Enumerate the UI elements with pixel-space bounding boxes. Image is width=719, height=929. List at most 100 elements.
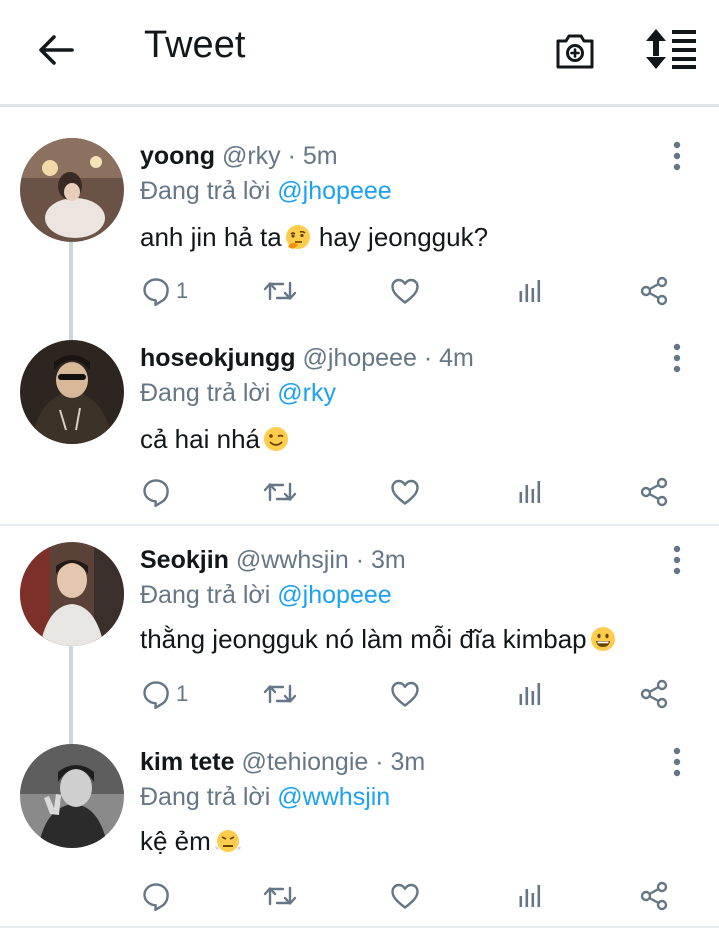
replying-to-link[interactable]: @jhopeee xyxy=(277,581,391,609)
tweet-text-rest: hay jeongguk? xyxy=(311,222,489,252)
grinning-face-icon xyxy=(589,625,617,660)
retweet-button[interactable] xyxy=(262,878,298,914)
more-vertical-icon[interactable] xyxy=(664,746,690,778)
replying-to: Đang trả lời @rky xyxy=(140,379,336,408)
retweet-icon xyxy=(262,275,298,307)
username: @wwhsjin xyxy=(235,546,349,574)
tweet-text: anh jin hả ta hay jeongguk? xyxy=(140,222,488,258)
replying-to: Đang trả lời @jhopeee xyxy=(140,581,392,610)
sort-icon[interactable] xyxy=(644,28,698,70)
like-icon xyxy=(389,880,421,912)
display-name[interactable]: yoong xyxy=(140,142,215,170)
analytics-button[interactable] xyxy=(514,273,546,309)
retweet-button[interactable] xyxy=(262,474,298,510)
retweet-icon xyxy=(262,678,298,710)
tweet[interactable]: kim tete @tehiongie · 3m Đang trả lời @w… xyxy=(0,736,719,926)
analytics-button[interactable] xyxy=(514,676,546,712)
like-icon xyxy=(389,476,421,508)
username: @tehiongie xyxy=(241,748,369,776)
share-button[interactable] xyxy=(638,676,670,712)
reply-icon xyxy=(140,678,172,710)
more-vertical-icon[interactable] xyxy=(664,544,690,576)
divider xyxy=(0,524,719,526)
face-with-steam-icon xyxy=(213,827,243,862)
tweet-text-main: cả hai nhá xyxy=(140,424,260,454)
timestamp: 3m xyxy=(390,748,426,776)
tweet[interactable]: Seokjin @wwhsjin · 3m Đang trả lời @jhop… xyxy=(0,534,719,724)
replying-to-link[interactable]: @rky xyxy=(277,379,336,407)
tweet-header: hoseokjungg @jhopeee · 4m xyxy=(140,344,474,373)
replying-to-label: Đang trả lời xyxy=(140,177,271,205)
separator: · xyxy=(423,344,433,372)
analytics-button[interactable] xyxy=(514,878,546,914)
replying-to-label: Đang trả lời xyxy=(140,581,271,609)
reply-button[interactable] xyxy=(140,878,176,914)
analytics-icon xyxy=(514,476,546,508)
avatar[interactable] xyxy=(20,340,124,444)
reply-icon xyxy=(140,275,172,307)
tweet-text-main: anh jin hả ta xyxy=(140,222,282,252)
timestamp: 3m xyxy=(371,546,406,574)
more-vertical-icon[interactable] xyxy=(664,342,690,374)
username: @jhopeee xyxy=(302,344,417,372)
like-icon xyxy=(389,275,421,307)
avatar[interactable] xyxy=(20,138,124,242)
tweet[interactable]: hoseokjungg @jhopeee · 4m Đang trả lời @… xyxy=(0,332,719,522)
page-title: Tweet xyxy=(144,24,246,66)
reply-icon xyxy=(140,476,172,508)
replying-to: Đang trả lời @wwhsjin xyxy=(140,783,390,812)
share-button[interactable] xyxy=(638,474,670,510)
share-button[interactable] xyxy=(638,878,670,914)
replying-to-link[interactable]: @wwhsjin xyxy=(277,783,390,811)
like-button[interactable] xyxy=(389,676,421,712)
separator: · xyxy=(375,748,384,776)
share-icon xyxy=(638,880,670,912)
reply-button[interactable]: 1 xyxy=(140,273,188,309)
retweet-button[interactable] xyxy=(262,676,298,712)
tweet-text: kệ ẻm xyxy=(140,826,243,862)
timestamp: 5m xyxy=(302,142,338,170)
reply-count: 1 xyxy=(176,278,189,303)
like-button[interactable] xyxy=(389,474,421,510)
retweet-icon xyxy=(262,880,298,912)
tweet[interactable]: yoong @rky · 5m Đang trả lời @jhopeee an… xyxy=(0,130,719,320)
share-icon xyxy=(638,275,670,307)
tweet-text-main: kệ ẻm xyxy=(140,826,211,856)
display-name[interactable]: hoseokjungg xyxy=(140,344,296,372)
tweet-text: thằng jeongguk nó làm mỗi đĩa kimbap xyxy=(140,624,617,660)
tweet-header: Seokjin @wwhsjin · 3m xyxy=(140,546,406,575)
separator: · xyxy=(355,546,365,574)
retweet-button[interactable] xyxy=(262,273,298,309)
reply-icon xyxy=(140,880,172,912)
replying-to-label: Đang trả lời xyxy=(140,783,271,811)
avatar[interactable] xyxy=(20,542,124,646)
retweet-icon xyxy=(262,476,298,508)
tweet-text: cả hai nhá xyxy=(140,424,290,460)
back-arrow-icon[interactable] xyxy=(34,28,78,72)
camera-plus-icon[interactable] xyxy=(552,28,598,74)
reply-button[interactable]: 1 xyxy=(140,676,188,712)
like-button[interactable] xyxy=(389,878,421,914)
display-name[interactable]: kim tete xyxy=(140,748,234,776)
more-vertical-icon[interactable] xyxy=(664,140,690,172)
display-name[interactable]: Seokjin xyxy=(140,546,229,574)
analytics-button[interactable] xyxy=(514,474,546,510)
reply-button[interactable] xyxy=(140,474,176,510)
share-button[interactable] xyxy=(638,273,670,309)
analytics-icon xyxy=(514,880,546,912)
timestamp: 4m xyxy=(439,344,474,372)
reply-count: 1 xyxy=(176,681,189,706)
avatar[interactable] xyxy=(20,744,124,848)
analytics-icon xyxy=(514,678,546,710)
top-app-bar: Tweet xyxy=(0,0,719,107)
divider xyxy=(0,926,719,928)
share-icon xyxy=(638,678,670,710)
username: @rky xyxy=(221,142,281,170)
replying-to-link[interactable]: @jhopeee xyxy=(277,177,391,205)
replying-to-label: Đang trả lời xyxy=(140,379,271,407)
like-button[interactable] xyxy=(389,273,421,309)
winking-face-icon xyxy=(262,425,290,460)
replying-to: Đang trả lời @jhopeee xyxy=(140,177,392,206)
tweet-header: yoong @rky · 5m xyxy=(140,142,338,171)
tweet-header: kim tete @tehiongie · 3m xyxy=(140,748,425,777)
